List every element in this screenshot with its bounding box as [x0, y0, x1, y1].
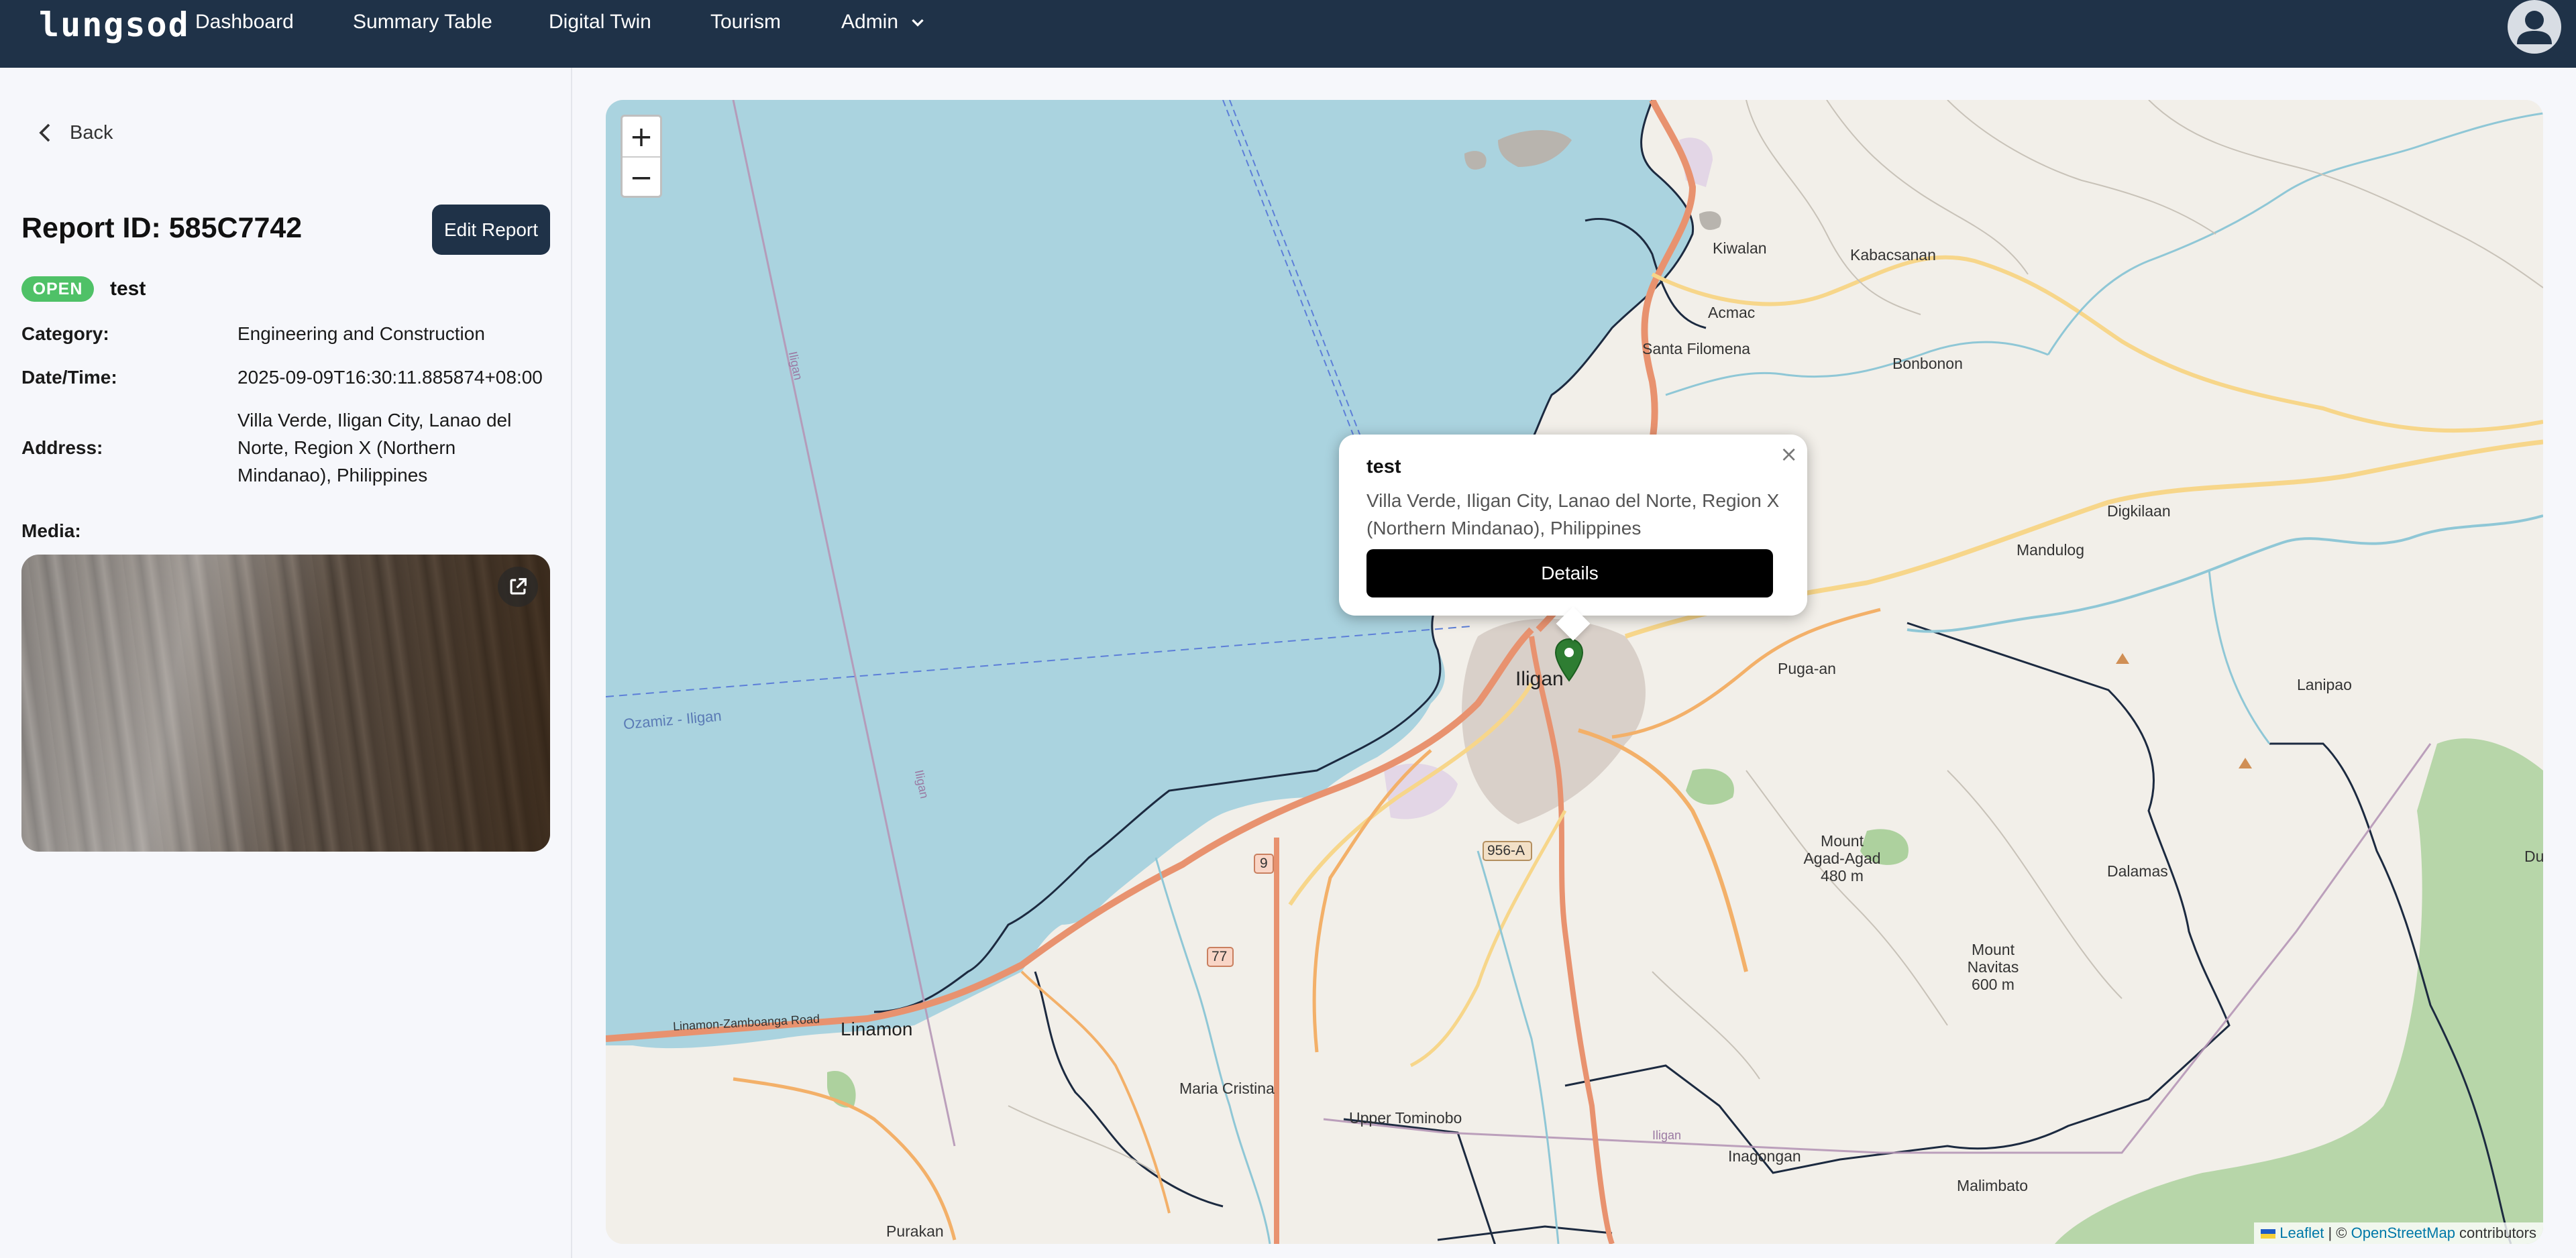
address-label: Address:	[21, 437, 103, 458]
mount-agad-line-3: 480 m	[1821, 867, 1864, 884]
map-label-bonbonon: Bonbonon	[1892, 355, 1963, 372]
map-label-santa-filomena: Santa Filomena	[1642, 340, 1751, 357]
back-label: Back	[70, 121, 113, 144]
map-label-inagongan: Inagongan	[1728, 1147, 1801, 1165]
popup-address: Villa Verde, Iligan City, Lanao del Nort…	[1366, 490, 1780, 538]
mount-agad-line-2: Agad-Agad	[1803, 850, 1881, 867]
location-marker-icon[interactable]	[1553, 638, 1585, 683]
ukraine-flag-icon	[2261, 1229, 2276, 1239]
map-label-puga-an: Puga-an	[1778, 660, 1836, 677]
media-image-shade	[21, 555, 550, 852]
top-navbar: lungsod Dashboard Summary Table Digital …	[0, 0, 2576, 68]
back-button[interactable]: Back	[35, 121, 113, 144]
open-external-button[interactable]	[498, 567, 538, 607]
nav-digital-twin[interactable]: Digital Twin	[549, 11, 651, 34]
popup-title: test	[1366, 456, 1401, 477]
map-label-iligan-boundary-3: Iligan	[1652, 1129, 1682, 1142]
mount-navitas-line-1: Mount	[1972, 941, 2015, 958]
user-icon	[2517, 11, 2552, 44]
nav-tourism[interactable]: Tourism	[710, 11, 781, 34]
category-value: Engineering and Construction	[237, 323, 485, 344]
attribution-separator: | ©	[2324, 1224, 2351, 1241]
nav-dashboard[interactable]: Dashboard	[195, 11, 294, 34]
nav-admin-label: Admin	[841, 11, 899, 33]
map-label-upper-tominobo: Upper Tominobo	[1349, 1109, 1462, 1127]
category-label: Category:	[21, 323, 109, 344]
popup-details-button[interactable]: Details	[1366, 549, 1773, 597]
map-label-kabacsanan: Kabacsanan	[1850, 246, 1936, 264]
mount-agad-line-1: Mount	[1821, 832, 1864, 850]
map-label-digkilaan: Digkilaan	[2107, 502, 2171, 520]
datetime-value: 2025-09-09T16:30:11.885874+08:00	[237, 367, 543, 388]
map-label-maria-cristina: Maria Cristina	[1179, 1080, 1275, 1097]
map-label-kiwalan: Kiwalan	[1713, 239, 1767, 257]
map-label-lanipao: Lanipao	[2297, 676, 2352, 693]
map-popup: × test Villa Verde, Iligan City, Lanao d…	[1339, 435, 1807, 641]
report-name: test	[110, 278, 146, 300]
map-label-road-956a: 956-A	[1487, 843, 1525, 858]
nav-summary-table[interactable]: Summary Table	[353, 11, 492, 34]
mount-navitas-line-3: 600 m	[1972, 976, 2015, 993]
map-label-road-77: 77	[1212, 949, 1228, 964]
map-attribution: Leaflet | © OpenStreetMap contributors	[2254, 1222, 2543, 1244]
map-label-dalamas: Dalamas	[2107, 862, 2168, 880]
user-avatar[interactable]	[2508, 0, 2561, 54]
zoom-control: + −	[621, 115, 662, 198]
mount-navitas-line-2: Navitas	[1967, 958, 2019, 976]
media-label: Media:	[21, 520, 81, 541]
chevron-left-icon	[39, 123, 50, 142]
map-label-malimbato: Malimbato	[1957, 1177, 2029, 1194]
osm-link[interactable]: OpenStreetMap	[2351, 1224, 2455, 1241]
datetime-label: Date/Time:	[21, 367, 117, 388]
zoom-in-button[interactable]: +	[623, 117, 660, 156]
map-label-mount-navitas: Mount Navitas 600 m	[1960, 941, 2027, 993]
map-label-mount-agad: Mount Agad-Agad 480 m	[1799, 832, 1886, 884]
leaflet-link[interactable]: Leaflet	[2279, 1224, 2324, 1241]
map-label-road-9: 9	[1260, 856, 1268, 871]
report-sidebar: Back Report ID: 585C7742 Edit Report OPE…	[0, 68, 572, 1258]
media-image[interactable]	[21, 555, 550, 852]
popup-close-button[interactable]: ×	[1780, 441, 1798, 467]
map-view[interactable]: + − Kiwalan Kabacsanan Acmac Santa Filom…	[606, 100, 2543, 1244]
report-title: Report ID: 585C7742	[21, 212, 303, 244]
map-label-linamon: Linamon	[841, 1019, 913, 1039]
map-label-du: Du	[2524, 848, 2543, 865]
chevron-down-icon	[912, 19, 924, 27]
attribution-suffix: contributors	[2455, 1224, 2536, 1241]
address-value: Villa Verde, Iligan City, Lanao del Nort…	[237, 410, 512, 485]
map-label-mandulog: Mandulog	[2017, 541, 2085, 559]
map-label-purakan: Purakan	[886, 1222, 944, 1240]
nav-admin-dropdown[interactable]: Admin	[841, 11, 926, 34]
edit-report-button[interactable]: Edit Report	[432, 205, 550, 255]
map-label-acmac: Acmac	[1708, 304, 1756, 321]
external-link-icon	[510, 578, 527, 595]
status-badge: OPEN	[21, 276, 94, 302]
brand-logo[interactable]: lungsod	[39, 5, 190, 44]
zoom-out-button[interactable]: −	[623, 156, 660, 196]
